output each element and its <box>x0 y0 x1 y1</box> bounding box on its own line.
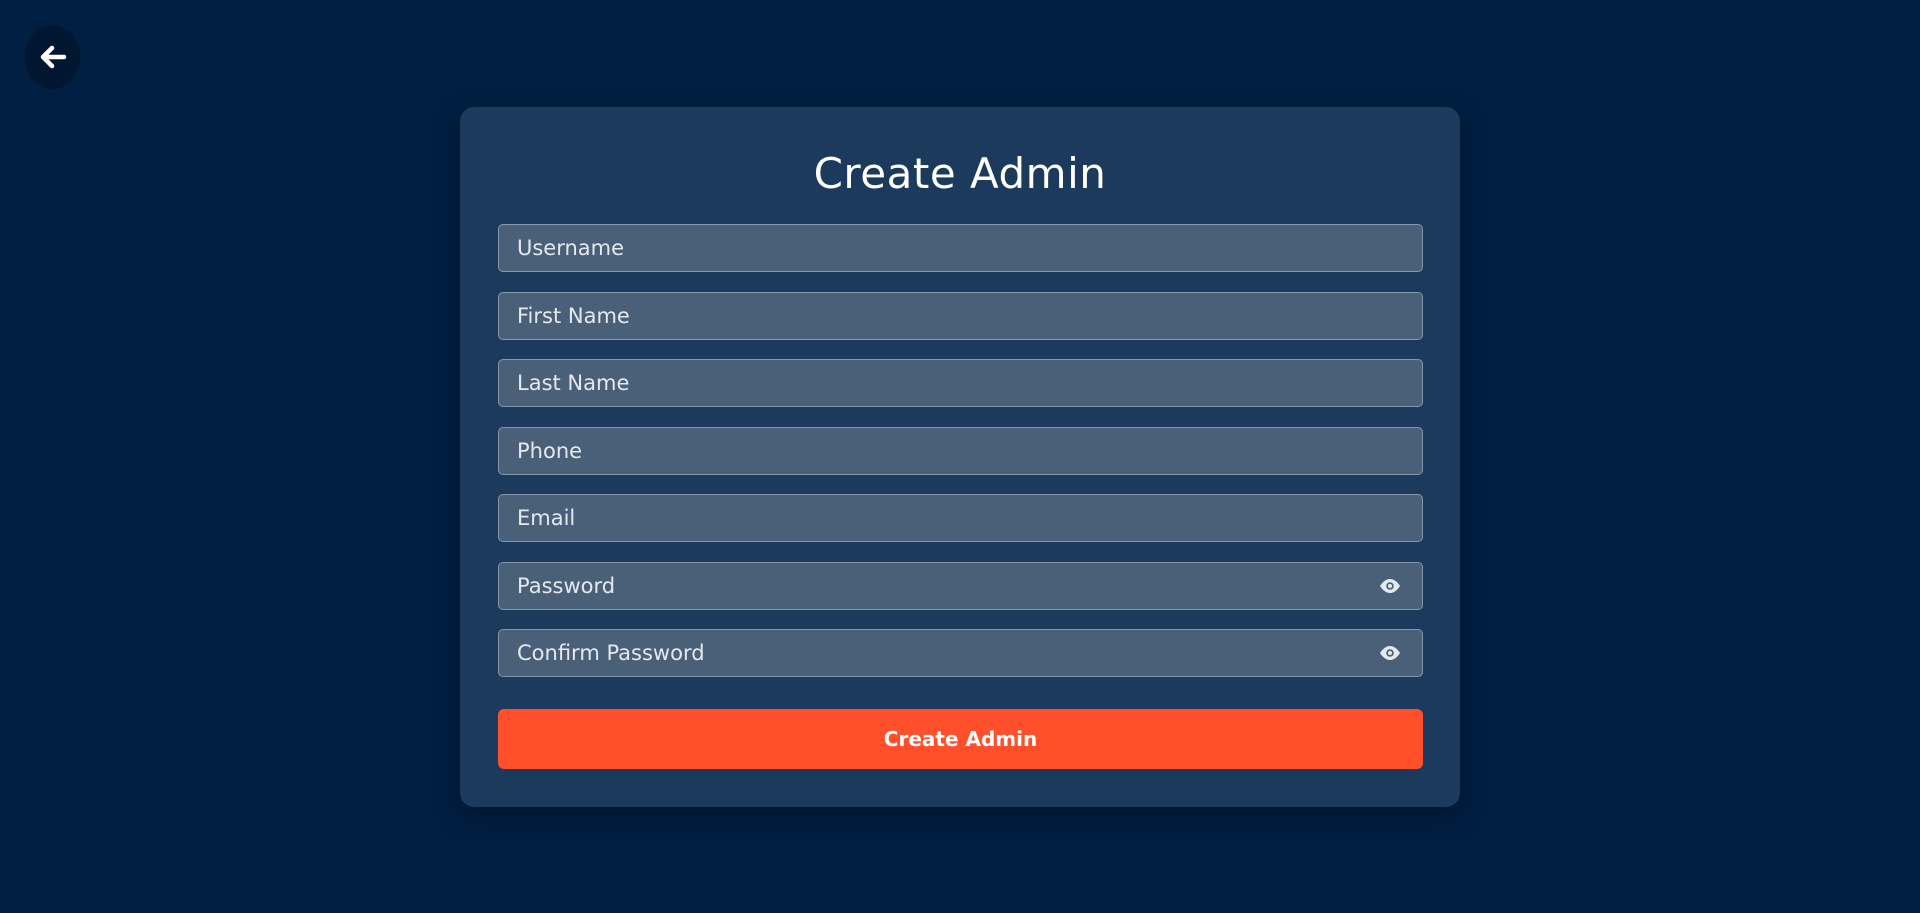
last-name-field <box>498 359 1423 407</box>
username-field <box>498 224 1423 272</box>
password-visibility-toggle[interactable] <box>1370 566 1410 606</box>
confirm-password-input[interactable] <box>499 630 1370 676</box>
confirm-password-field <box>498 629 1423 677</box>
create-admin-card: Create Admin Username First Name Last Na… <box>460 107 1460 807</box>
password-input[interactable] <box>499 563 1370 609</box>
first-name-field <box>498 292 1423 340</box>
page-title: Create Admin <box>813 149 1107 198</box>
email-input[interactable] <box>499 495 1422 541</box>
username-input[interactable] <box>499 225 1422 271</box>
first-name-input[interactable] <box>499 293 1422 339</box>
back-button[interactable] <box>25 25 80 89</box>
confirm-password-visibility-toggle[interactable] <box>1370 633 1410 673</box>
arrow-left-icon <box>40 45 66 69</box>
email-field <box>498 494 1423 542</box>
last-name-input[interactable] <box>499 360 1422 406</box>
password-field <box>498 562 1423 610</box>
eye-icon <box>1380 646 1400 660</box>
eye-icon <box>1380 579 1400 593</box>
phone-field <box>498 427 1423 475</box>
create-admin-button[interactable]: Create Admin <box>498 709 1423 769</box>
phone-input[interactable] <box>499 428 1422 474</box>
